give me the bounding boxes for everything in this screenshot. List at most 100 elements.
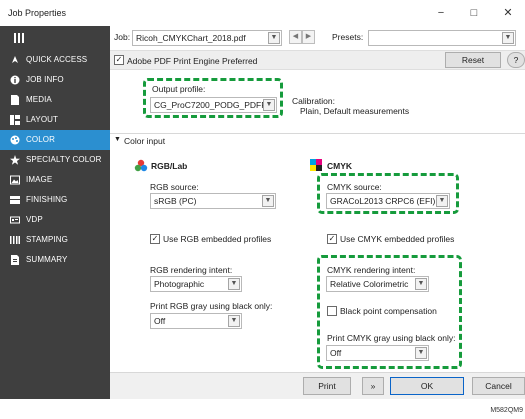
help-button[interactable]: ? <box>507 52 525 68</box>
reset-button[interactable]: Reset <box>445 52 501 68</box>
sidebar-item-label: STAMPING <box>26 235 68 244</box>
rgb-heading: RGB/Lab <box>151 161 188 171</box>
main-panel: Job: Ricoh_CMYKChart_2018.pdf ▼ ◀ ▶ Pres… <box>110 26 525 399</box>
paper-icon <box>11 95 19 105</box>
job-select[interactable]: Ricoh_CMYKChart_2018.pdf ▼ <box>132 30 282 46</box>
maximize-button[interactable]: □ <box>463 4 485 22</box>
title-bar: Job Properties − □ ✕ <box>0 0 525 26</box>
presets-label: Presets: <box>332 32 364 42</box>
sidebar-item-label: VDP <box>26 215 43 224</box>
next-job-button[interactable]: ▶ <box>302 30 315 44</box>
cmyk-source-select[interactable]: GRACoL2013 CRPC6 (EFI) ▼ <box>326 193 450 209</box>
rgb-intent-value: Photographic <box>154 279 205 289</box>
sidebar-item-quick-access[interactable]: QUICK ACCESS <box>0 50 110 70</box>
sidebar-item-label: SUMMARY <box>26 255 68 264</box>
window-title: Job Properties <box>8 8 67 18</box>
sidebar-item-specialty-color[interactable]: SPECIALTY COLOR <box>0 150 110 170</box>
sidebar-item-finishing[interactable]: FINISHING <box>0 190 110 210</box>
rgb-gray-select[interactable]: Off ▼ <box>150 313 242 329</box>
finishing-icon <box>10 196 20 204</box>
cmyk-gray-label: Print CMYK gray using black only: <box>327 333 456 343</box>
rocket-icon <box>12 56 18 63</box>
sidebar-item-label: FINISHING <box>26 195 68 204</box>
calibration-label: Calibration: <box>292 96 335 106</box>
layout-icon <box>10 115 20 125</box>
image-icon <box>10 175 20 185</box>
sidebar-item-layout[interactable]: LAYOUT <box>0 110 110 130</box>
sidebar-item-label: IMAGE <box>26 175 53 184</box>
collapse-chevron-icon[interactable]: ▼ <box>114 136 121 143</box>
job-label: Job: <box>114 32 131 42</box>
calibration-value: Plain, Default measurements <box>300 106 410 116</box>
sidebar-item-label: JOB INFO <box>26 75 64 84</box>
sidebar-item-media[interactable]: MEDIA <box>0 90 110 110</box>
menu-icon[interactable] <box>14 33 24 43</box>
job-select-value: Ricoh_CMYKChart_2018.pdf <box>136 33 246 43</box>
cmyk-source-label: CMYK source: <box>327 182 382 192</box>
black-point-compensation-label: Black point compensation <box>340 306 437 316</box>
color-icon <box>10 135 20 145</box>
cmyk-gray-select[interactable]: Off ▼ <box>326 345 429 361</box>
footer-bar: Print » OK Cancel <box>110 372 525 399</box>
figure-reference: M582QM9 <box>490 407 523 414</box>
cmyk-intent-value: Relative Colorimetric <box>330 279 409 289</box>
print-button[interactable]: Print <box>303 377 351 395</box>
rgb-intent-select[interactable]: Photographic ▼ <box>150 276 242 292</box>
chevron-down-icon: ▼ <box>228 278 240 290</box>
cmyk-source-value: GRACoL2013 CRPC6 (EFI) <box>330 196 436 206</box>
rgb-source-select[interactable]: sRGB (PC) ▼ <box>150 193 276 209</box>
rgb-source-value: sRGB (PC) <box>154 196 197 206</box>
black-point-compensation-checkbox[interactable] <box>327 306 337 316</box>
cmyk-intent-label: CMYK rendering intent: <box>327 265 416 275</box>
close-button[interactable]: ✕ <box>497 4 519 22</box>
chevron-down-icon: ▼ <box>502 32 514 44</box>
cmyk-gray-value: Off <box>330 348 342 358</box>
presets-select[interactable]: ▼ <box>368 30 516 46</box>
print-options-button[interactable]: » <box>362 377 384 395</box>
sidebar-item-label: MEDIA <box>26 95 52 104</box>
chevron-down-icon: ▼ <box>228 315 240 327</box>
rgb-embedded-label: Use RGB embedded profiles <box>163 234 272 244</box>
info-icon <box>10 75 20 85</box>
sidebar: QUICK ACCESS JOB INFO MEDIA LAYOUT COLOR… <box>0 26 110 399</box>
cmyk-embedded-label: Use CMYK embedded profiles <box>340 234 455 244</box>
chevron-down-icon: ▼ <box>415 278 427 290</box>
rgb-gray-label: Print RGB gray using black only: <box>150 301 273 311</box>
rgb-intent-label: RGB rendering intent: <box>150 265 233 275</box>
sidebar-item-vdp[interactable]: VDP <box>0 210 110 230</box>
cancel-button[interactable]: Cancel <box>472 377 525 395</box>
sidebar-item-label: QUICK ACCESS <box>26 55 88 64</box>
sidebar-item-label: LAYOUT <box>26 115 59 124</box>
color-input-heading: Color input <box>124 136 166 146</box>
rgb-palette-icon <box>134 159 148 172</box>
cmyk-swatch-icon <box>310 159 322 171</box>
rgb-source-label: RGB source: <box>150 182 199 192</box>
cmyk-embedded-checkbox[interactable]: ✓ <box>327 234 337 244</box>
chevron-down-icon: ▼ <box>415 347 427 359</box>
cmyk-intent-select[interactable]: Relative Colorimetric ▼ <box>326 276 429 292</box>
cmyk-heading: CMYK <box>327 161 353 171</box>
sidebar-item-color[interactable]: COLOR <box>0 130 110 150</box>
previous-job-button[interactable]: ◀ <box>289 30 302 44</box>
chevron-down-icon: ▼ <box>436 195 448 207</box>
job-bar: Job: Ricoh_CMYKChart_2018.pdf ▼ ◀ ▶ Pres… <box>110 26 525 48</box>
sidebar-item-image[interactable]: IMAGE <box>0 170 110 190</box>
ok-button[interactable]: OK <box>390 377 464 395</box>
summary-icon <box>11 255 19 265</box>
adobe-pdf-engine-checkbox[interactable]: ✓ <box>114 55 124 65</box>
rgb-embedded-checkbox[interactable]: ✓ <box>150 234 160 244</box>
star-icon <box>10 155 20 165</box>
stamping-icon <box>10 236 20 244</box>
minimize-button[interactable]: − <box>430 4 452 22</box>
sidebar-item-label: SPECIALTY COLOR <box>26 155 102 164</box>
sidebar-item-summary[interactable]: SUMMARY <box>0 250 110 270</box>
rgb-gray-value: Off <box>154 316 166 326</box>
sidebar-item-label: COLOR <box>26 135 55 144</box>
vdp-icon <box>10 216 20 224</box>
sidebar-item-job-info[interactable]: JOB INFO <box>0 70 110 90</box>
section-divider <box>110 133 525 134</box>
adobe-pdf-engine-label: Adobe PDF Print Engine Preferred <box>127 56 258 66</box>
output-profile-highlight <box>143 78 283 118</box>
engine-bar: ✓ Adobe PDF Print Engine Preferred Reset… <box>110 50 525 70</box>
sidebar-item-stamping[interactable]: STAMPING <box>0 230 110 250</box>
